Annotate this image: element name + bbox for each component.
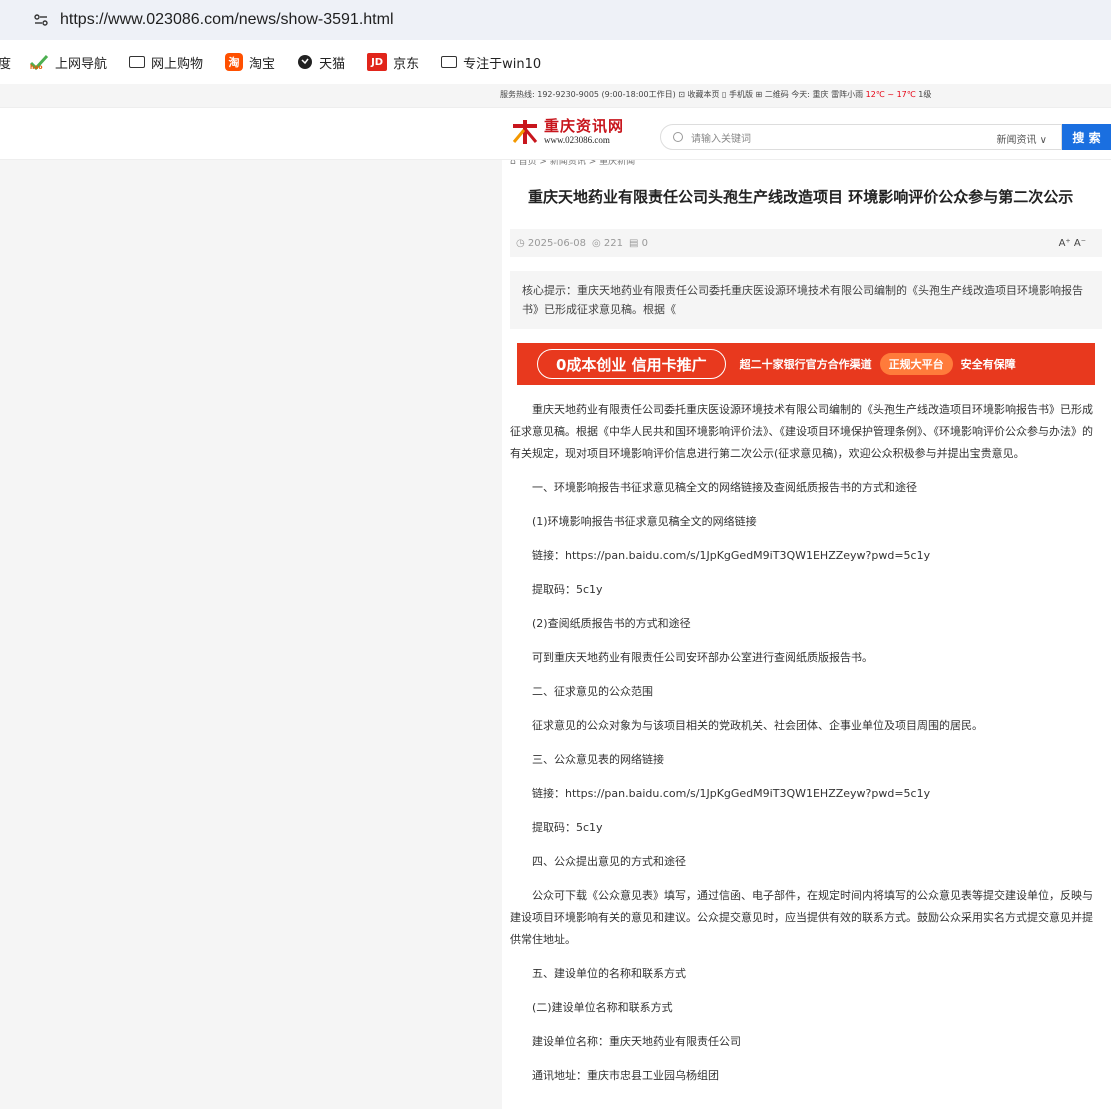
logo-mark-icon [510,118,540,146]
tmall-icon [297,54,313,70]
page-left-margin [0,84,502,1109]
taobao-icon: 淘 [225,53,244,71]
article-title: 重庆天地药业有限责任公司头孢生产线改造项目 环境影响评价公众参与第二次公示 [528,188,1074,206]
search-input[interactable]: 请输入关键词 新闻资讯 ∨ [660,124,1062,150]
svg-text:hao: hao [30,64,42,70]
web-page: 服务热线: 192-9230-9005 (9:00-18:00工作日) ⊡ 收藏… [0,84,1111,1109]
ad-banner[interactable]: 0成本创业 信用卡推广 超二十家银行官方合作渠道 正规大平台 安全有保障 [517,343,1095,385]
article-paragraph: 公众可下载《公众意见表》填写，通过信函、电子部件，在规定时间内将填写的公众意见表… [510,889,1093,946]
article-paragraph: 链接：https://pan.baidu.com/s/1JpKgGedM9iT3… [532,549,931,562]
banner-pill: 正规大平台 [879,353,953,375]
search-category-select[interactable]: 新闻资讯 ∨ [997,131,1048,146]
article-paragraph: 二、征求意见的公众范围 [532,685,653,698]
logo-text-cn: 重庆资讯网 [544,117,625,135]
url-text[interactable]: https://www.023086.com/news/show-3591.ht… [60,11,394,29]
jd-icon: JD [367,53,388,71]
article: 重庆天地药业有限责任公司头孢生产线改造项目 环境影响评价公众参与第二次公示 ◷ … [510,174,1102,1099]
article-paragraph: (1)环境影响报告书征求意见稿全文的网络链接 [532,515,757,528]
banner-main-text: 0成本创业 信用卡推广 [537,349,726,379]
banner-text: 超二十家银行官方合作渠道 [739,358,872,371]
article-paragraph: 通讯地址：重庆市忠县工业园乌杨组团 [532,1069,719,1082]
bookmark-shopping-folder[interactable]: 网上购物 [129,53,203,72]
bookmark-label: 上网导航 [55,56,108,72]
article-body: 重庆天地药业有限责任公司委托重庆医设源环境技术有限公司编制的《头孢生产线改造项目… [510,399,1102,1087]
site-top-info: 服务热线: 192-9230-9005 (9:00-18:00工作日) ⊡ 收藏… [500,89,931,100]
bookmark-label: 天猫 [319,56,346,72]
font-size-control[interactable]: A⁺ A⁻ [1059,238,1086,249]
search-button[interactable]: 搜 索 [1062,124,1111,150]
bookmark-baidu[interactable]: 度 [0,53,11,72]
article-paragraph: 可到重庆天地药业有限责任公司安环部办公室进行查阅纸质版报告书。 [532,651,873,664]
wind-level: 1级 [915,90,932,99]
article-comments[interactable]: ▤ 0 [629,238,648,249]
article-paragraph: 提取码：5c1y [532,821,603,834]
article-paragraph: (2)查阅纸质报告书的方式和途径 [532,617,691,630]
bookmark-hao-nav[interactable]: hao 上网导航 [29,53,107,72]
hotline-and-weather: 服务热线: 192-9230-9005 (9:00-18:00工作日) ⊡ 收藏… [500,90,866,99]
bookmark-label: 专注于win10 [463,56,542,72]
bookmarks-bar: 度 hao 上网导航 网上购物 淘 淘宝 天猫 JD 京东 专注于win10 [0,40,1111,84]
temperature: 12℃ ~ 17℃ [865,90,916,99]
article-paragraph: 重庆天地药业有限责任公司委托重庆医设源环境技术有限公司编制的《头孢生产线改造项目… [510,403,1093,460]
article-paragraph: 链接：https://pan.baidu.com/s/1JpKgGedM9iT3… [532,787,931,800]
bookmark-label: 网上购物 [151,56,204,72]
article-paragraph: 建设单位名称：重庆天地药业有限责任公司 [532,1035,741,1048]
banner-text: 安全有保障 [960,358,1016,371]
folder-icon [441,56,458,68]
site-top-strip: 服务热线: 192-9230-9005 (9:00-18:00工作日) ⊡ 收藏… [0,84,1111,108]
bookmark-label: 京东 [393,56,420,72]
bookmark-jd[interactable]: JD 京东 [367,53,419,72]
folder-icon [129,56,146,68]
article-views: ◎ 221 [592,237,624,249]
search-placeholder: 请输入关键词 [691,133,751,145]
bookmark-win10-folder[interactable]: 专注于win10 [441,53,541,72]
article-paragraph: 四、公众提出意见的方式和途径 [532,855,686,868]
bookmark-taobao[interactable]: 淘 淘宝 [225,53,275,72]
address-bar[interactable]: https://www.023086.com/news/show-3591.ht… [0,0,1111,40]
bookmark-tmall[interactable]: 天猫 [297,53,345,72]
article-meta: ◷ 2025-06-08 ◎ 221 ▤ 0 A⁺ A⁻ [510,229,1102,257]
search-icon [673,132,683,142]
bookmark-label: 度 [0,56,12,72]
article-paragraph: 提取码：5c1y [532,583,603,596]
site-info-icon[interactable] [30,9,52,31]
article-paragraph: 三、公众意见表的网络链接 [532,753,664,766]
article-paragraph: 征求意见的公众对象为与该项目相关的党政机关、社会团体、企事业单位及项目周围的居民… [532,719,983,732]
logo-text-en: www.023086.com [544,135,610,145]
site-logo[interactable]: 重庆资讯网 www.023086.com [510,118,624,146]
article-paragraph: 五、建设单位的名称和联系方式 [532,967,686,980]
hao-icon: hao [29,54,49,70]
site-header: 重庆资讯网 www.023086.com 请输入关键词 新闻资讯 ∨ 搜 索 [0,108,1111,160]
bookmark-label: 淘宝 [249,56,276,72]
article-paragraph: (二)建设单位名称和联系方式 [532,1001,673,1014]
article-paragraph: 一、环境影响报告书征求意见稿全文的网络链接及查阅纸质报告书的方式和途径 [532,481,917,494]
breadcrumb[interactable]: ⌂ 首页 > 新闻资讯 > 重庆新闻 [510,160,635,168]
article-date: ◷ 2025-06-08 [516,237,587,249]
article-summary: 核心提示：重庆天地药业有限责任公司委托重庆医设源环境技术有限公司编制的《头孢生产… [510,271,1102,329]
